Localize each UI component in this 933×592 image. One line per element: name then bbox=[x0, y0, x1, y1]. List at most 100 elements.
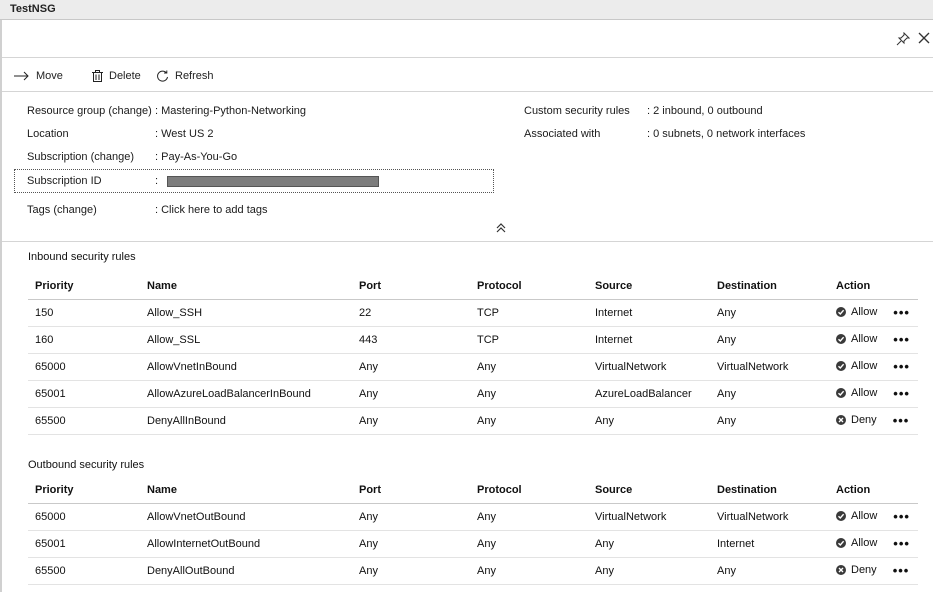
check-circle-icon bbox=[836, 511, 846, 521]
table-cell: AllowAzureLoadBalancerInBound bbox=[140, 380, 352, 408]
column-header[interactable]: Destination bbox=[710, 477, 829, 504]
arrow-right-icon bbox=[14, 71, 29, 81]
table-cell: Any bbox=[352, 353, 470, 381]
more-options-icon[interactable]: ••• bbox=[893, 413, 910, 428]
tags-value[interactable]: : Click here to add tags bbox=[155, 202, 268, 218]
table-cell: Any bbox=[470, 353, 588, 381]
outbound-title: Outbound security rules bbox=[28, 459, 145, 471]
associated-key: Associated with bbox=[524, 128, 601, 140]
table-cell: Any bbox=[352, 503, 470, 531]
resource-group-value[interactable]: : Mastering-Python-Networking bbox=[155, 103, 306, 119]
column-header[interactable]: Name bbox=[140, 273, 352, 300]
table-cell: 65001 bbox=[28, 380, 140, 408]
table-cell: 65500 bbox=[28, 557, 140, 585]
outbound-rules-table: Priority Name Port Protocol Source Destinatio… bbox=[28, 477, 918, 585]
inbound-title: Inbound security rules bbox=[28, 251, 136, 263]
refresh-button[interactable]: Refresh bbox=[156, 69, 214, 83]
table-row[interactable]: 65001 AllowInternetOutBound Any Any Any Inter… bbox=[28, 530, 918, 558]
resource-group-change-link[interactable]: (change) bbox=[108, 105, 151, 117]
table-cell: AllowVnetInBound bbox=[140, 353, 352, 381]
subscription-change-link[interactable]: (change) bbox=[91, 151, 134, 163]
column-header[interactable]: Action bbox=[829, 477, 918, 504]
column-header[interactable]: Protocol bbox=[470, 273, 588, 300]
x-circle-icon bbox=[836, 565, 846, 575]
action-status: Allow bbox=[836, 360, 877, 372]
table-row[interactable]: 160 Allow_SSL 443 TCP Internet Any Allow ••• bbox=[28, 326, 918, 354]
table-cell: Allow_SSL bbox=[140, 326, 352, 354]
column-header[interactable]: Priority bbox=[28, 273, 140, 300]
table-row[interactable]: 65001 AllowAzureLoadBalancerInBound Any Any… bbox=[28, 380, 918, 408]
inbound-rows: 150 Allow_SSH 22 TCP Internet Any Allow ••• 160 A… bbox=[28, 299, 918, 435]
table-cell: Any bbox=[352, 407, 470, 435]
action-cell: Allow ••• bbox=[829, 503, 918, 531]
column-header[interactable]: Destination bbox=[710, 273, 829, 300]
more-options-icon[interactable]: ••• bbox=[893, 332, 910, 347]
table-row[interactable]: 65000 AllowVnetInBound Any Any VirtualNetwor… bbox=[28, 353, 918, 381]
column-header[interactable]: Name bbox=[140, 477, 352, 504]
more-options-icon[interactable]: ••• bbox=[893, 563, 910, 578]
action-cell: Deny ••• bbox=[829, 557, 918, 585]
table-cell: AllowVnetOutBound bbox=[140, 503, 352, 531]
command-bar: Move Delete Refresh bbox=[2, 58, 933, 92]
trash-icon bbox=[92, 70, 103, 82]
column-header[interactable]: Protocol bbox=[470, 477, 588, 504]
close-icon[interactable] bbox=[917, 32, 931, 46]
tags-change-link[interactable]: (change) bbox=[53, 204, 96, 216]
inbound-rules-table: Priority Name Port Protocol Source Destinatio… bbox=[28, 273, 918, 435]
action-cell: Allow ••• bbox=[829, 326, 918, 354]
column-header[interactable]: Port bbox=[352, 273, 470, 300]
more-options-icon[interactable]: ••• bbox=[893, 305, 910, 320]
column-header[interactable]: Priority bbox=[28, 477, 140, 504]
table-cell: Internet bbox=[710, 530, 829, 558]
subscription-key: Subscription bbox=[27, 151, 88, 163]
table-cell: VirtualNetwork bbox=[588, 503, 710, 531]
move-label: Move bbox=[36, 70, 63, 82]
table-row[interactable]: 65000 AllowVnetOutBound Any Any VirtualNetwo… bbox=[28, 503, 918, 531]
column-header[interactable]: Source bbox=[588, 273, 710, 300]
subscription-value[interactable]: : Pay-As-You-Go bbox=[155, 149, 237, 165]
table-cell: Any bbox=[470, 407, 588, 435]
action-cell: Allow ••• bbox=[829, 380, 918, 408]
action-cell: Deny ••• bbox=[829, 407, 918, 435]
check-circle-icon bbox=[836, 307, 846, 317]
location-key: Location bbox=[27, 128, 69, 140]
table-row[interactable]: 150 Allow_SSH 22 TCP Internet Any Allow ••• bbox=[28, 299, 918, 327]
table-cell: Any bbox=[710, 299, 829, 327]
table-cell: Any bbox=[470, 503, 588, 531]
table-cell: Any bbox=[588, 530, 710, 558]
table-cell: DenyAllInBound bbox=[140, 407, 352, 435]
check-circle-icon bbox=[836, 538, 846, 548]
action-label: Allow bbox=[851, 537, 878, 549]
action-cell: Allow ••• bbox=[829, 299, 918, 327]
action-cell: Allow ••• bbox=[829, 530, 918, 558]
more-options-icon[interactable]: ••• bbox=[893, 536, 910, 551]
more-options-icon[interactable]: ••• bbox=[893, 509, 910, 524]
column-header[interactable]: Source bbox=[588, 477, 710, 504]
table-row[interactable]: 65500 DenyAllInBound Any Any Any Any Deny ••• bbox=[28, 407, 918, 435]
column-header[interactable]: Port bbox=[352, 477, 470, 504]
action-cell: Allow ••• bbox=[829, 353, 918, 381]
column-header[interactable]: Action bbox=[829, 273, 918, 300]
essentials-panel: Resource group (change) : Mastering-Pyth… bbox=[2, 92, 933, 242]
move-button[interactable]: Move bbox=[14, 69, 63, 83]
table-cell: 65000 bbox=[28, 353, 140, 381]
table-cell: Any bbox=[470, 530, 588, 558]
blade-header bbox=[2, 20, 933, 58]
more-options-icon[interactable]: ••• bbox=[893, 359, 910, 374]
table-cell: Any bbox=[470, 557, 588, 585]
check-circle-icon bbox=[836, 361, 846, 371]
pin-icon[interactable] bbox=[896, 31, 911, 46]
action-status: Allow bbox=[836, 333, 877, 345]
subscription-key-wrap: Subscription (change) bbox=[27, 149, 134, 165]
table-cell: Any bbox=[710, 380, 829, 408]
table-cell: 160 bbox=[28, 326, 140, 354]
collapse-chevron-icon[interactable] bbox=[494, 222, 508, 234]
table-cell: AzureLoadBalancer bbox=[588, 380, 710, 408]
delete-button[interactable]: Delete bbox=[92, 69, 141, 83]
table-row[interactable]: 65500 DenyAllOutBound Any Any Any Any Deny ••• bbox=[28, 557, 918, 585]
more-options-icon[interactable]: ••• bbox=[893, 386, 910, 401]
table-cell: VirtualNetwork bbox=[710, 353, 829, 381]
action-status: Deny bbox=[836, 564, 877, 576]
location-value: : West US 2 bbox=[155, 128, 214, 140]
refresh-icon bbox=[157, 70, 168, 82]
